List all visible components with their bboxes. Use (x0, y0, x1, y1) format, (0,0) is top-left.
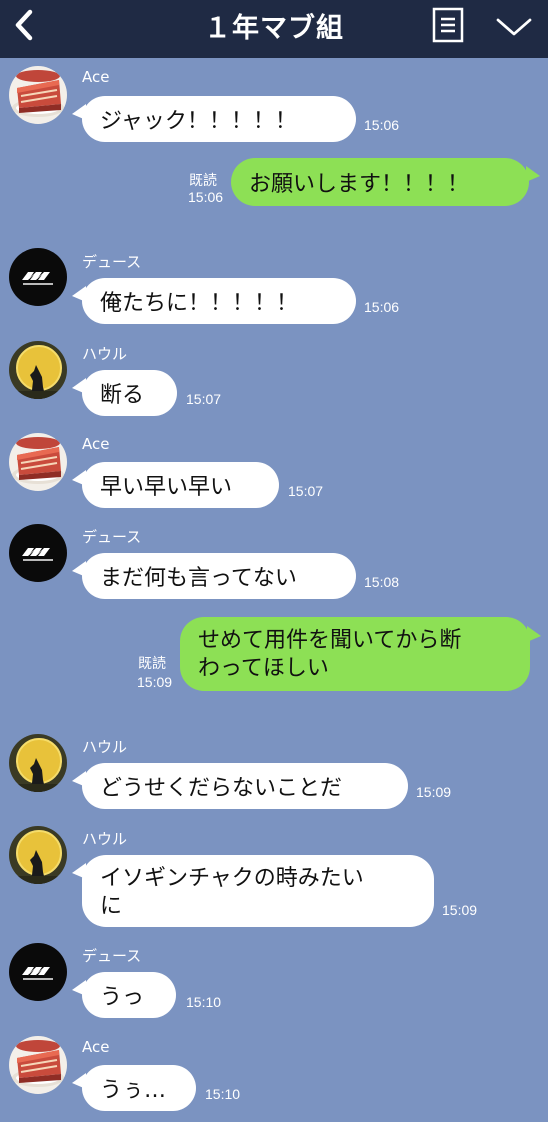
avatar-ace[interactable] (9, 1036, 67, 1094)
message-bubble[interactable]: うぅ… (82, 1065, 196, 1111)
avatar-deuce[interactable] (9, 524, 67, 582)
avatar-ace[interactable] (9, 433, 67, 491)
sender-name: ハウル (82, 345, 128, 363)
message-bubble[interactable]: どうせくだらないことだ (82, 763, 408, 809)
avatar-howl[interactable] (9, 734, 67, 792)
sender-name: デュース (82, 253, 142, 271)
message-bubble[interactable]: まだ何も言ってない (82, 553, 356, 599)
message-bubble[interactable]: お願いします！！！！ (231, 158, 529, 206)
sender-name: Ace (82, 1038, 110, 1056)
avatar-deuce[interactable] (9, 943, 67, 1001)
read-receipt: 既読 (138, 655, 166, 671)
avatar-howl[interactable] (9, 341, 67, 399)
message-time: 15:10 (186, 994, 222, 1010)
message-bubble[interactable]: 断る (82, 370, 177, 416)
message-time: 15:10 (205, 1086, 241, 1102)
message-time: 15:06 (364, 299, 400, 315)
message-line: イソギンチャクの時みたい (100, 866, 364, 891)
message-line: に (100, 894, 123, 919)
sender-name: Ace (82, 435, 110, 453)
avatar-howl[interactable] (9, 826, 67, 884)
sender-name: Ace (82, 68, 110, 86)
message-bubble[interactable]: イソギンチャクの時みたい に (82, 855, 434, 927)
message-line: せめて用件を聞いてから断 (198, 628, 462, 653)
bubble-tail (527, 626, 541, 642)
message-bubble[interactable]: 早い早い早い (82, 462, 279, 508)
chevron-down-icon[interactable] (495, 12, 533, 40)
read-receipt: 既読 (189, 172, 217, 188)
sender-name: デュース (82, 947, 142, 965)
message-bubble[interactable]: せめて用件を聞いてから断 わってほしい (180, 617, 530, 691)
avatar-deuce[interactable] (9, 248, 67, 306)
message-time: 15:06 (188, 189, 224, 205)
avatar-ace[interactable] (9, 66, 67, 124)
message-time: 15:06 (364, 117, 400, 133)
message-time: 15:09 (137, 674, 173, 690)
bubble-tail (526, 166, 540, 182)
message-bubble[interactable]: ジャック！！！！！ (82, 96, 356, 142)
message-bubble[interactable]: 俺たちに！！！！！ (82, 278, 356, 324)
sender-name: デュース (82, 528, 142, 546)
message-time: 15:07 (186, 391, 222, 407)
message-time: 15:07 (288, 483, 324, 499)
message-line: わってほしい (198, 656, 329, 681)
message-time: 15:08 (364, 574, 400, 590)
menu-icon[interactable] (432, 7, 464, 43)
message-time: 15:09 (416, 784, 452, 800)
chat-header: １年マブ組 (0, 0, 548, 58)
message-bubble[interactable]: うっ (82, 972, 176, 1018)
sender-name: ハウル (82, 830, 128, 848)
chat-title: １年マブ組 (204, 13, 344, 44)
message-time: 15:09 (442, 902, 478, 918)
sender-name: ハウル (82, 738, 128, 756)
